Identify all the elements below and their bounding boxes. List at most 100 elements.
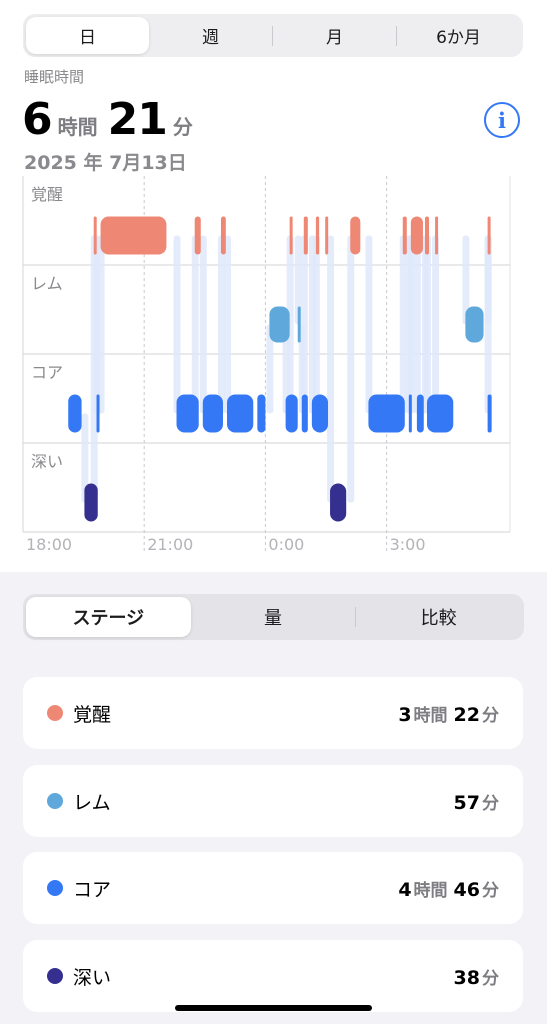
stage-bar [330,483,347,522]
sleep-duration: 6 時間 21 分 [22,94,203,145]
tab-compare[interactable]: 比較 [356,597,521,637]
tab-six-months[interactable]: 6か月 [397,17,520,54]
duration-number: 22 [453,703,480,726]
stage-bar [100,216,167,255]
duration-number: 46 [453,878,480,901]
core-color-dot [47,880,63,896]
stage-bar [424,216,430,255]
stage-bar [311,394,329,433]
stage-transition [312,235,320,414]
stage-bar [368,394,405,433]
stage-row-core[interactable]: コア 4 時間 46 分 [23,852,523,924]
stage-duration: 3 時間 22 分 [398,701,499,726]
stage-axis-label: 覚醒 [31,185,63,204]
stage-transition [413,235,421,414]
stage-transition [97,235,105,414]
stage-bar [269,306,290,343]
duration-unit: 分 [482,880,499,901]
duration-unit: 分 [482,705,499,726]
stage-duration: 57 分 [454,789,499,814]
time-tick-label: 21:00 [147,535,193,554]
tab-stages[interactable]: ステージ [26,597,191,637]
stage-transition [327,235,335,503]
stage-transition [432,235,440,414]
stage-transition [407,235,415,414]
stage-bar [410,216,423,255]
stage-axis-label: レム [31,274,63,293]
stage-transition [224,235,232,414]
stage-transition [347,235,355,503]
stage-bar [325,216,329,255]
minutes-value: 21 [107,94,168,145]
view-segmented-control: ステージ 量 比較 [23,594,524,640]
stage-axis-label: 深い [31,452,63,471]
stage-label: 覚醒 [73,703,112,726]
stage-bar [194,216,201,255]
stage-bar [303,216,308,255]
stage-bar [68,394,82,433]
hours-value: 6 [22,94,53,145]
stage-label: 深い [73,966,112,989]
stage-row-deep[interactable]: 深い 38 分 [23,940,523,1012]
duration-unit: 時間 [413,705,448,726]
stage-bar [301,394,308,433]
stage-bar [416,394,424,433]
stage-bar [202,394,223,433]
stage-transition [300,235,308,414]
rem-color-dot [47,793,63,809]
stage-transition [199,235,207,414]
chart-connectors [81,235,492,503]
duration-number: 38 [453,966,480,989]
duration-number: 4 [398,878,412,901]
tab-day[interactable]: 日 [26,17,149,54]
hours-unit: 時間 [57,115,98,139]
stage-bar [93,216,97,255]
stage-bar [315,216,320,255]
stage-label: レム [73,791,111,814]
stage-row-rem[interactable]: レム 57 分 [23,765,523,837]
stage-transition [484,235,492,414]
sleep-stage-chart: 18:00 21:00 0:00 3:00 覚醒レムコア深い [22,176,511,554]
stage-bar [435,216,439,255]
awake-color-dot [47,705,63,721]
stage-transition [173,235,181,414]
stage-bar [427,394,454,433]
duration-unit: 時間 [413,880,448,901]
stage-bar [96,394,100,433]
stage-bar [402,216,407,255]
time-tick-label: 3:00 [390,535,426,554]
stage-bar [465,306,484,343]
tab-week[interactable]: 週 [149,17,272,54]
info-icon[interactable]: i [484,102,520,138]
stage-transition [191,235,199,414]
stage-transition [424,235,431,414]
stage-bar [408,394,412,433]
stage-axis-label: コア [31,363,63,382]
deep-color-dot [47,968,63,984]
duration-number: 57 [453,791,480,814]
stage-duration: 38 分 [454,964,499,989]
stage-transition [399,235,407,414]
stage-duration: 4 時間 46 分 [398,876,499,901]
duration-number: 3 [398,703,412,726]
period-segmented-control: 日 週 月 6か月 [23,14,523,57]
stage-transition [365,235,373,414]
stage-bar [84,483,98,522]
stage-bar [297,306,301,343]
stage-bar [176,394,199,433]
time-tick-label: 0:00 [268,535,304,554]
stage-label: コア [73,878,112,901]
stage-bar [289,216,293,255]
stage-bar [257,394,266,433]
duration-unit: 分 [482,793,499,814]
metric-label: 睡眠時間 [24,68,85,86]
tab-month[interactable]: 月 [273,17,396,54]
duration-unit: 分 [482,968,499,989]
date-label: 2025 年 7月13日 [24,152,187,174]
tab-amount[interactable]: 量 [191,597,356,637]
stage-row-awake[interactable]: 覚醒 3 時間 22 分 [23,677,523,749]
stage-bar [487,216,491,255]
stage-bar [227,394,254,433]
stage-bar [220,216,226,255]
home-indicator[interactable] [175,1005,372,1011]
